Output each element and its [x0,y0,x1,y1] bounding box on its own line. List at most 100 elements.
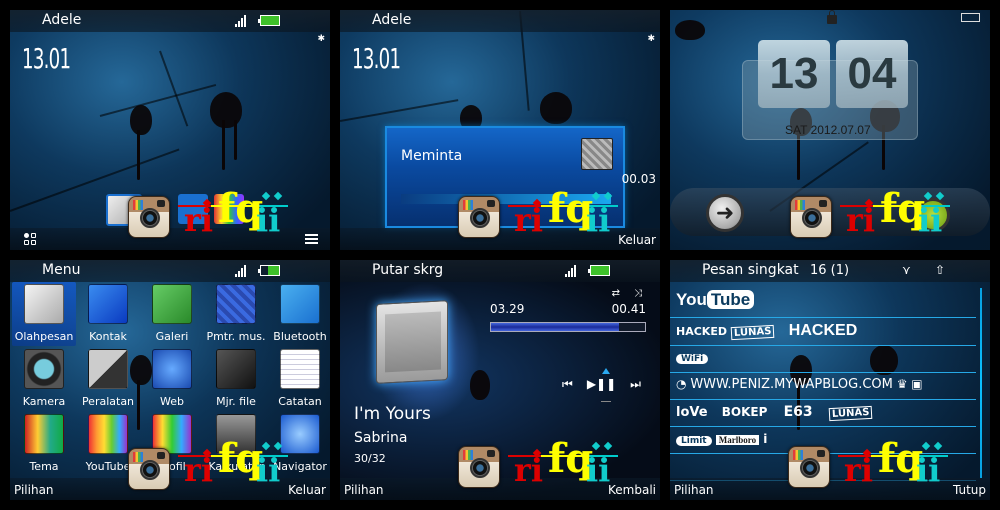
signal-icon [235,15,246,27]
repeat-icon[interactable]: ⇄ [612,288,620,299]
elapsed-time: 03.29 [490,302,525,316]
web-globe-icon [152,349,192,389]
lock-screen: 13 04 SAT 2012.07.07 ➜ ri fq ii [670,10,990,250]
menu-item-tema[interactable]: Tema [12,412,76,476]
exit-softkey[interactable]: Keluar [618,233,656,247]
sms-row-youtube: You Tube [676,290,755,310]
battery-icon [961,13,980,22]
status-bar: Adele [10,10,330,32]
dialog-title: Meminta [401,148,463,164]
scrollbar[interactable] [980,288,982,478]
notes-icon [280,349,320,389]
menu-item-catatan[interactable]: Catatan [268,347,330,411]
wall-crack [340,99,459,122]
remaining-time: 00.41 [611,302,646,316]
themes-icon [24,414,64,454]
wall-crack [99,83,217,117]
instagram-icon [128,448,170,490]
envelope-icon: ⋎ [902,263,911,277]
blood-splatter [540,92,572,124]
shuffle-icon[interactable]: ⤨ [634,288,642,299]
bluetooth-icon: ✱ [647,34,655,44]
menu-item-galeri[interactable]: Galeri [140,282,204,346]
signal-icon [565,265,576,277]
gears-icon [581,138,613,170]
song-title: I'm Yours [354,404,431,424]
volume-up-indicator [602,368,610,374]
status-bar: Putar skrg [340,260,660,282]
previous-track-icon[interactable]: ⏮ [562,377,573,392]
playback-controls: ⏮ ▶❚❚ ⏭ [562,377,641,392]
devil-icon: ♛ [896,377,908,391]
blood-drip [137,130,140,180]
screen-title: Putar skrg [372,262,444,278]
song-progress-bar[interactable] [490,322,646,332]
arrow-right-icon[interactable]: ➜ [706,194,744,232]
text-case-icon: ⇧ [935,263,946,277]
rifqii-watermark: ri fq ii [840,185,950,245]
menu-item-kamera[interactable]: Kamera [12,347,76,411]
youtube-tv-icon [88,414,128,454]
sms-row-brands: Limit Marlboro i [676,432,767,446]
battery-icon [258,15,280,26]
menu-item-olahpesan[interactable]: Olahpesan [12,282,76,346]
clock: 13.01 [352,42,401,75]
instagram-icon [128,196,170,238]
track-number: 30/32 [354,452,386,465]
options-softkey[interactable]: Pilihan [344,483,384,497]
album-art [376,300,448,384]
wall-crack [159,50,189,127]
battery-icon [588,265,610,276]
menu-lines-icon[interactable] [305,234,318,244]
menu-item-bluetooth[interactable]: Bluetooth [268,282,330,346]
exit-softkey[interactable]: Keluar [288,483,326,497]
operator-name: Adele [42,12,82,28]
instagram-icon [790,196,832,238]
menu-item-label: Catatan [278,395,322,408]
bluetooth-icon [280,284,320,324]
blood-splatter [130,105,152,135]
instagram-icon [458,196,500,238]
menu-item-pmtr-mus[interactable]: Pmtr. mus. [204,282,268,346]
signal-icon [235,265,246,277]
options-softkey[interactable]: Pilihan [14,483,54,497]
blood-splatter [210,92,242,128]
options-softkey[interactable]: Pilihan [674,483,714,497]
status-bar: Pesan singkat 16 (1) ⋎ ⇧ [670,260,990,282]
sms-screen: Pesan singkat 16 (1) ⋎ ⇧ You Tube HACKED … [670,260,990,500]
blood-drip [234,120,237,160]
operator-name: Adele [372,12,412,28]
elapsed-timer: 00.03 [621,172,656,186]
blood-splatter [470,370,490,400]
blood-drip [222,120,225,170]
gallery-icon [152,284,192,324]
standby-screen: Adele ✱ 13.01 ri fq ii [10,10,330,250]
volume-down-indicator [601,401,611,402]
shortcuts-grid-icon[interactable] [24,233,38,245]
menu-item-web[interactable]: Web [140,347,204,411]
blood-splatter [675,20,705,40]
status-bar: Menu [10,260,330,282]
music-player-screen: Putar skrg ⇄ ⤨ 03.29 00.41 ⏮ ▶❚❚ ⏭ I'm Y… [340,260,660,500]
contacts-icon [88,284,128,324]
message-count: 16 (1) [810,263,850,278]
next-track-icon[interactable]: ⏭ [630,377,641,392]
menu-item-peralatan[interactable]: Peralatan [76,347,140,411]
clock: 13.01 [22,42,71,75]
instagram-icon [458,446,500,488]
screen-title: Pesan singkat [702,262,799,278]
play-pause-icon[interactable]: ▶❚❚ [587,377,616,392]
rifqii-watermark: ri fq ii [178,435,288,495]
padlock-icon [827,10,837,24]
sms-row-wifi: WiFi [676,350,709,364]
bluetooth-icon: ✱ [317,34,325,44]
rifqii-watermark: ri fq ii [508,185,618,245]
clock-minute: 04 [836,40,908,108]
close-softkey[interactable]: Tutup [953,483,986,497]
status-bar: Adele [340,10,660,32]
menu-item-kontak[interactable]: Kontak [76,282,140,346]
file-manager-icon [216,349,256,389]
tools-icon [88,349,128,389]
menu-item-mjr-file[interactable]: Mjr. file [204,347,268,411]
lock-date: SAT 2012.07.07 [785,123,871,137]
